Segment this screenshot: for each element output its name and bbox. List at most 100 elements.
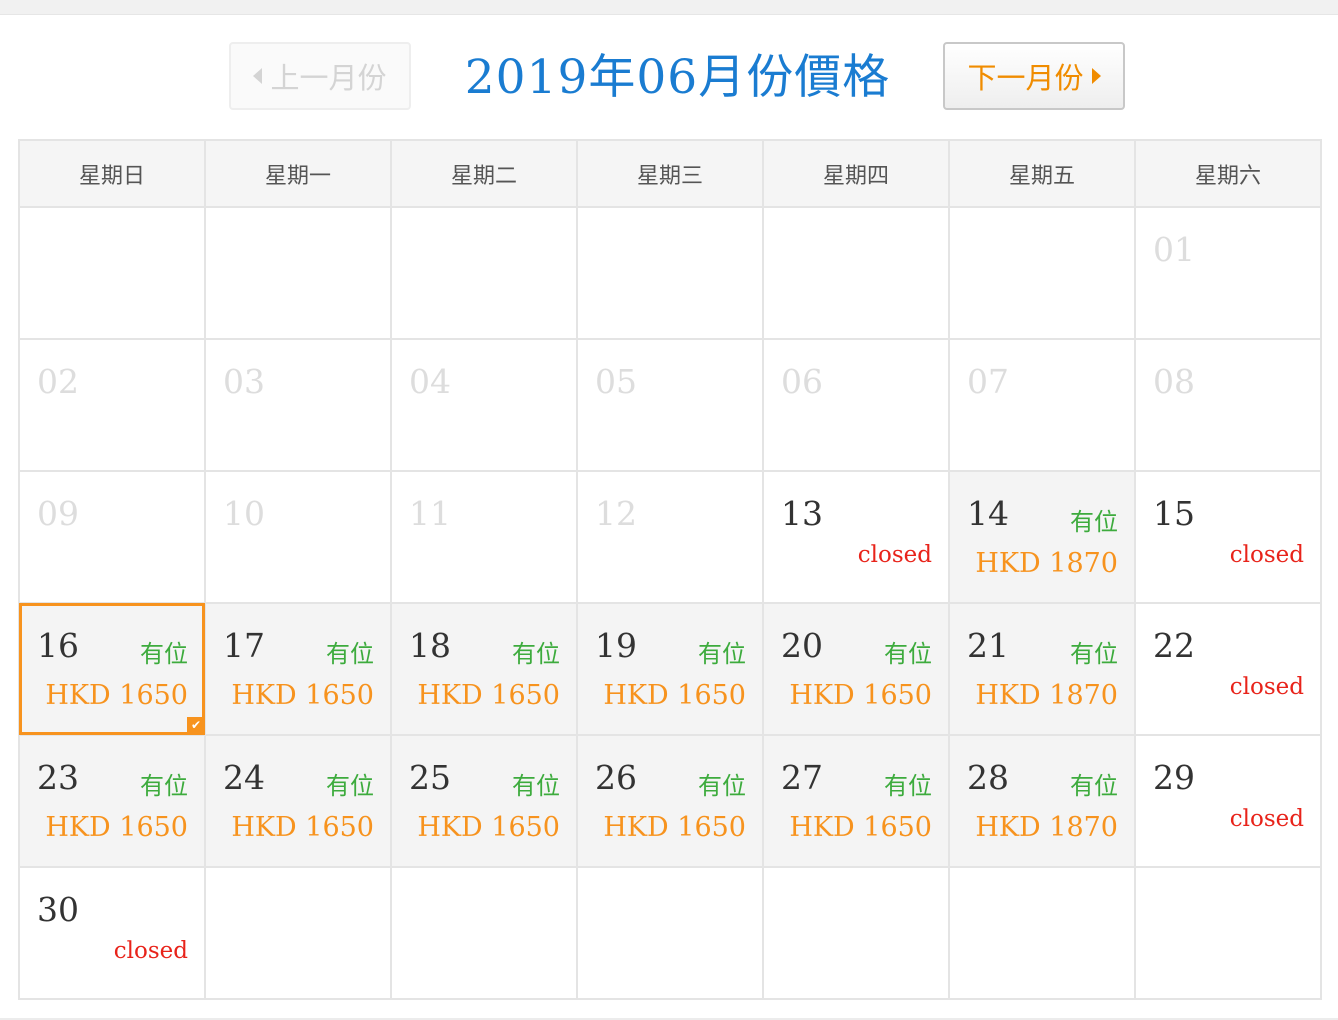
closed-label: closed bbox=[1229, 806, 1304, 832]
day-number: 15 bbox=[1153, 494, 1195, 533]
day-cell-content: 02 bbox=[20, 340, 204, 468]
calendar-day-cell[interactable]: 21 有位 HKD 1870 bbox=[948, 602, 1136, 736]
calendar-empty-cell bbox=[576, 866, 764, 1000]
calendar-empty-cell bbox=[390, 206, 578, 340]
calendar-day-cell: 03 bbox=[204, 338, 392, 472]
day-number: 23 bbox=[37, 758, 79, 797]
day-cell-content: 01 bbox=[1136, 208, 1320, 336]
day-number: 09 bbox=[37, 494, 79, 533]
day-number: 02 bbox=[37, 362, 79, 401]
calendar-day-cell[interactable]: 24 有位 HKD 1650 bbox=[204, 734, 392, 868]
day-cell-content bbox=[1136, 868, 1320, 996]
calendar-day-cell[interactable]: 26 有位 HKD 1650 bbox=[576, 734, 764, 868]
calendar-day-cell: 13 closed bbox=[762, 470, 950, 604]
calendar-day-cell[interactable]: 23 有位 HKD 1650 bbox=[18, 734, 206, 868]
day-cell-content: 15 closed bbox=[1136, 472, 1320, 600]
day-cell-content bbox=[206, 208, 390, 336]
availability-label: 有位 bbox=[1070, 508, 1118, 536]
availability-label: 有位 bbox=[326, 772, 374, 800]
prev-month-button[interactable]: 上一月份 bbox=[229, 42, 411, 110]
calendar-day-cell[interactable]: 25 有位 HKD 1650 bbox=[390, 734, 578, 868]
day-cell-content: 07 bbox=[950, 340, 1134, 468]
calendar-day-cell[interactable]: 14 有位 HKD 1870 bbox=[948, 470, 1136, 604]
day-cell-content: 19 有位 HKD 1650 bbox=[578, 604, 762, 732]
calendar-day-cell-selected[interactable]: 16 有位 HKD 1650 ✔ bbox=[18, 602, 206, 736]
day-cell-content: 26 有位 HKD 1650 bbox=[578, 736, 762, 864]
day-number: 18 bbox=[409, 626, 451, 665]
closed-label: closed bbox=[1229, 542, 1304, 568]
calendar-week-row: 01 bbox=[18, 206, 1322, 340]
day-number: 22 bbox=[1153, 626, 1195, 665]
availability-label: 有位 bbox=[1070, 772, 1118, 800]
day-number: 20 bbox=[781, 626, 823, 665]
calendar-week-row: 16 有位 HKD 1650 ✔ 17 有位 HKD 1650 18 有位 HKD 1650 19 有… bbox=[18, 602, 1322, 736]
day-cell-content: 04 bbox=[392, 340, 576, 468]
month-title: 2019年06月份價格 bbox=[464, 50, 891, 105]
day-cell-content bbox=[950, 868, 1134, 996]
day-number: 21 bbox=[967, 626, 1009, 665]
price-label: HKD 1650 bbox=[789, 680, 932, 711]
availability-label: 有位 bbox=[512, 640, 560, 668]
calendar-empty-cell bbox=[576, 206, 764, 340]
day-cell-content: 23 有位 HKD 1650 bbox=[20, 736, 204, 864]
day-cell-content: 16 有位 HKD 1650 ✔ bbox=[20, 604, 205, 733]
day-cell-content: 03 bbox=[206, 340, 390, 468]
day-number: 16 bbox=[37, 626, 79, 665]
weekday-header: 星期六 bbox=[1134, 139, 1322, 208]
day-cell-content bbox=[392, 208, 576, 336]
checkmark-icon: ✔ bbox=[187, 717, 205, 733]
calendar-day-cell: 09 bbox=[18, 470, 206, 604]
calendar-day-cell: 04 bbox=[390, 338, 578, 472]
price-label: HKD 1870 bbox=[975, 548, 1118, 579]
calendar-day-cell: 08 bbox=[1134, 338, 1322, 472]
day-number: 24 bbox=[223, 758, 265, 797]
calendar-day-cell[interactable]: 27 有位 HKD 1650 bbox=[762, 734, 950, 868]
day-cell-content: 14 有位 HKD 1870 bbox=[950, 472, 1134, 600]
weekday-header: 星期一 bbox=[204, 139, 392, 208]
weekday-header: 星期五 bbox=[948, 139, 1136, 208]
price-label: HKD 1870 bbox=[975, 680, 1118, 711]
price-label: HKD 1650 bbox=[45, 812, 188, 843]
price-label: HKD 1650 bbox=[417, 812, 560, 843]
day-cell-content: 28 有位 HKD 1870 bbox=[950, 736, 1134, 864]
availability-label: 有位 bbox=[698, 640, 746, 668]
calendar-day-cell: 11 bbox=[390, 470, 578, 604]
calendar-day-cell: 22 closed bbox=[1134, 602, 1322, 736]
day-cell-content bbox=[578, 208, 762, 336]
day-cell-content: 21 有位 HKD 1870 bbox=[950, 604, 1134, 732]
day-cell-content: 25 有位 HKD 1650 bbox=[392, 736, 576, 864]
prev-month-label: 上一月份 bbox=[270, 61, 387, 95]
calendar-day-cell[interactable]: 19 有位 HKD 1650 bbox=[576, 602, 764, 736]
day-number: 04 bbox=[409, 362, 451, 401]
availability-label: 有位 bbox=[140, 772, 188, 800]
day-number: 01 bbox=[1153, 230, 1195, 269]
next-month-button[interactable]: 下一月份 bbox=[943, 42, 1125, 110]
calendar-empty-cell bbox=[948, 206, 1136, 340]
weekday-header: 星期二 bbox=[390, 139, 578, 208]
next-month-label: 下一月份 bbox=[967, 61, 1084, 95]
availability-label: 有位 bbox=[698, 772, 746, 800]
closed-label: closed bbox=[857, 542, 932, 568]
calendar-week-row: 02 03 04 05 06 07 08 bbox=[18, 338, 1322, 472]
calendar-day-cell[interactable]: 28 有位 HKD 1870 bbox=[948, 734, 1136, 868]
calendar-empty-cell bbox=[204, 206, 392, 340]
availability-label: 有位 bbox=[1070, 640, 1118, 668]
availability-label: 有位 bbox=[512, 772, 560, 800]
calendar-empty-cell bbox=[762, 206, 950, 340]
calendar-day-cell[interactable]: 20 有位 HKD 1650 bbox=[762, 602, 950, 736]
top-divider bbox=[0, 0, 1338, 15]
day-cell-content: 06 bbox=[764, 340, 948, 468]
calendar-day-cell[interactable]: 18 有位 HKD 1650 bbox=[390, 602, 578, 736]
calendar-day-cell: 29 closed bbox=[1134, 734, 1322, 868]
day-number: 10 bbox=[223, 494, 265, 533]
calendar-day-cell[interactable]: 17 有位 HKD 1650 bbox=[204, 602, 392, 736]
calendar-day-cell: 02 bbox=[18, 338, 206, 472]
day-number: 25 bbox=[409, 758, 451, 797]
day-cell-content: 11 bbox=[392, 472, 576, 600]
weekday-header: 星期日 bbox=[18, 139, 206, 208]
availability-label: 有位 bbox=[326, 640, 374, 668]
day-cell-content: 12 bbox=[578, 472, 762, 600]
day-cell-content bbox=[578, 868, 762, 996]
calendar-empty-cell bbox=[204, 866, 392, 1000]
day-cell-content: 22 closed bbox=[1136, 604, 1320, 732]
